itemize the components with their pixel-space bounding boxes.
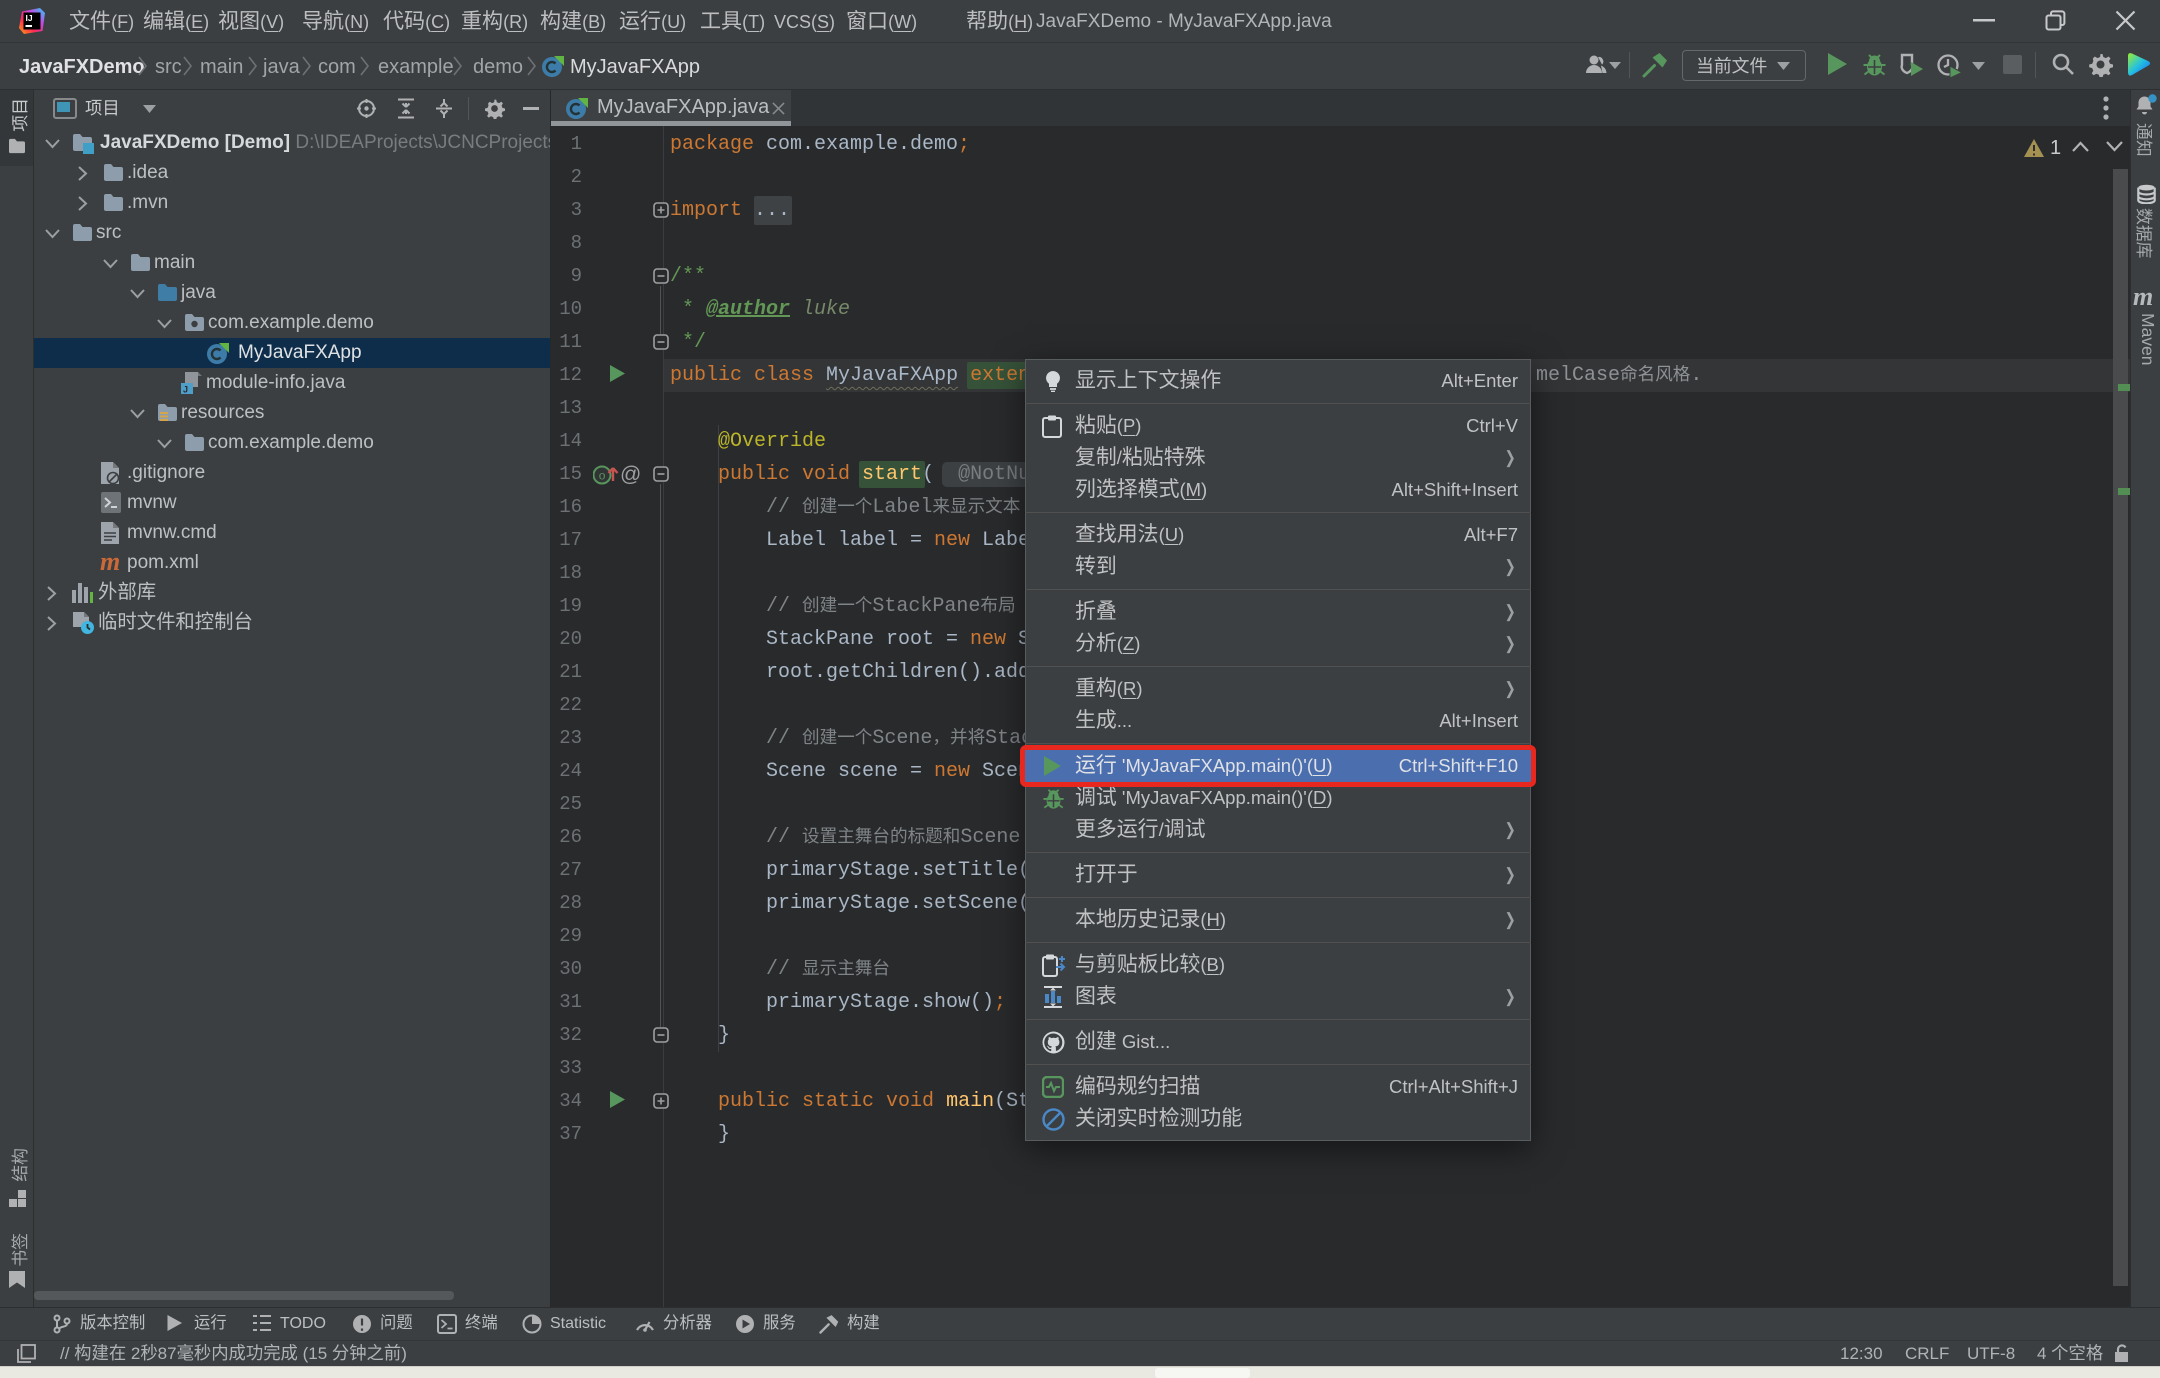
- svg-text:o: o: [599, 470, 606, 484]
- svg-text:J: J: [183, 385, 188, 395]
- svg-text:IJ: IJ: [26, 13, 33, 23]
